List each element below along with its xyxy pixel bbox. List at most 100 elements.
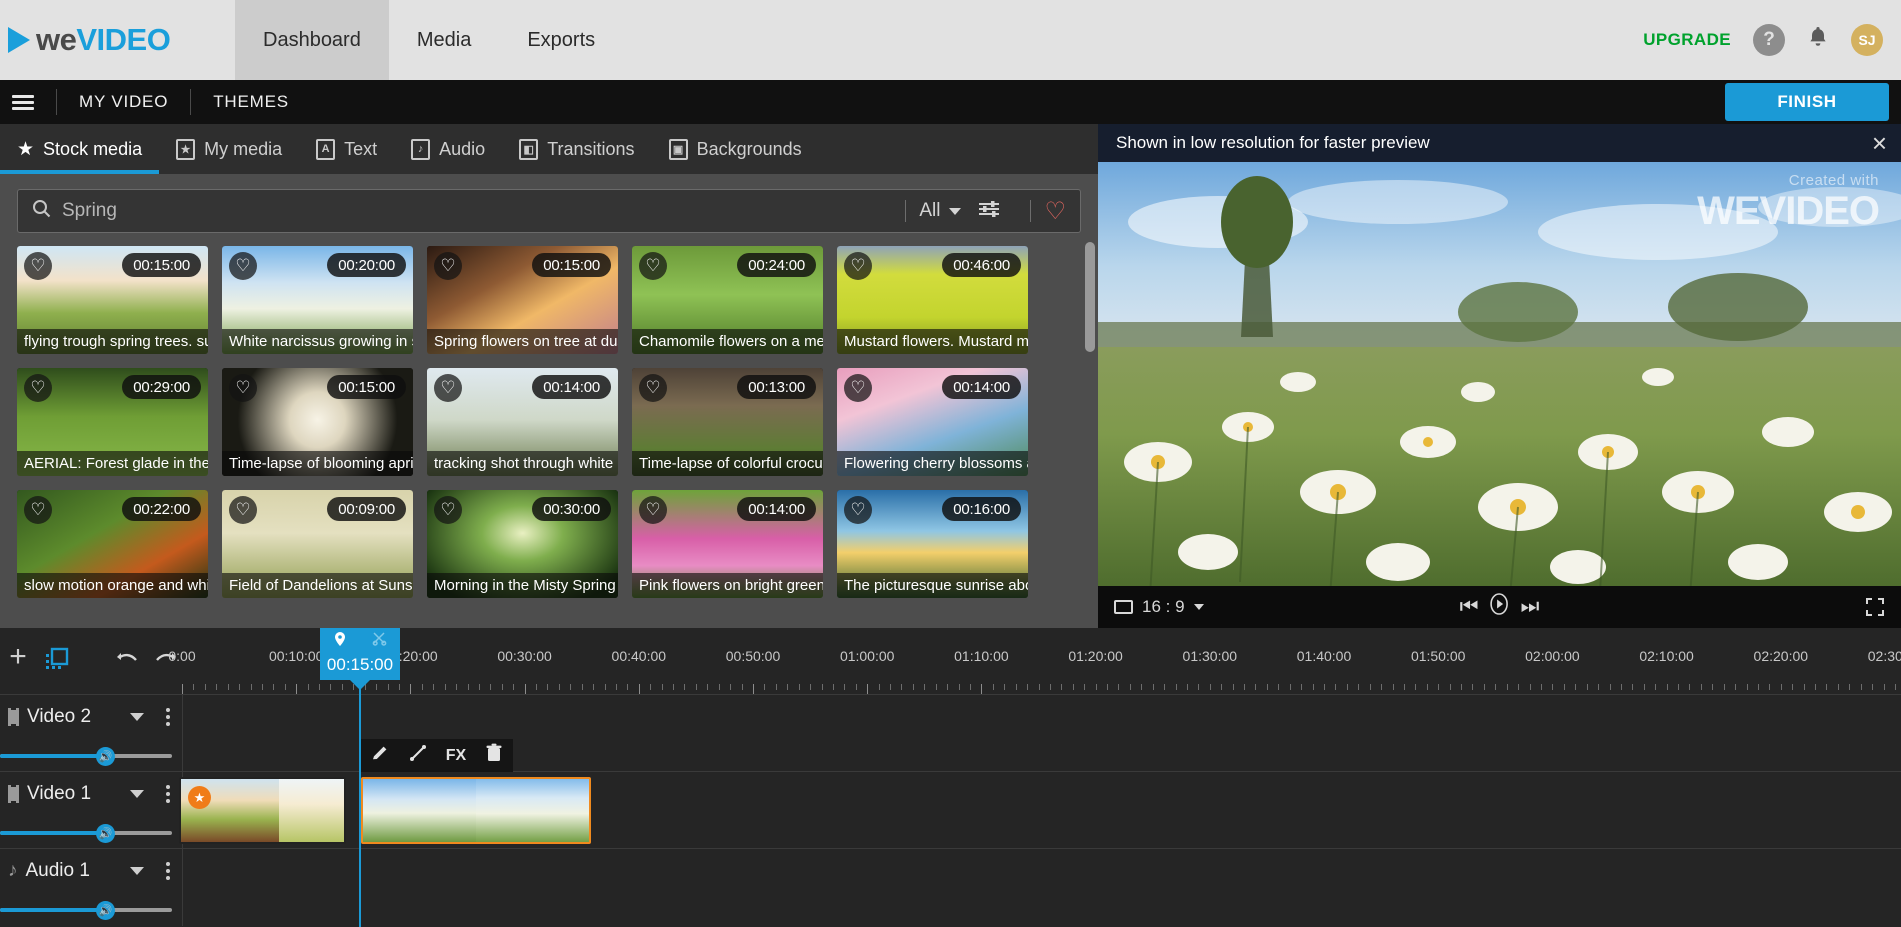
media-card[interactable]: ♡ 00:20:00 White narcissus growing in spri… xyxy=(222,246,413,354)
favorite-heart-icon[interactable]: ♡ xyxy=(844,374,872,402)
favorite-heart-icon[interactable]: ♡ xyxy=(844,252,872,280)
media-card[interactable]: ♡ 00:30:00 Morning in the Misty Spring Fo.… xyxy=(427,490,618,598)
favorite-heart-icon[interactable]: ♡ xyxy=(639,374,667,402)
favorite-heart-icon[interactable]: ♡ xyxy=(24,496,52,524)
media-card[interactable]: ♡ 00:14:00 Pink flowers on bright green su… xyxy=(632,490,823,598)
nav-tab-media[interactable]: Media xyxy=(389,0,499,80)
media-tab-my-media[interactable]: ★ My media xyxy=(159,124,299,174)
scissors-icon[interactable] xyxy=(372,631,387,651)
volume-slider-video-1[interactable]: 🔊 xyxy=(0,824,172,843)
track-options-icon[interactable] xyxy=(166,859,170,883)
media-grid-scrollbar[interactable] xyxy=(1085,242,1095,352)
trash-icon[interactable] xyxy=(475,743,513,769)
volume-slider-video-2[interactable]: 🔊 xyxy=(0,747,172,766)
search-input[interactable] xyxy=(62,200,893,222)
track-options-icon[interactable] xyxy=(166,782,170,806)
track-body-audio-1[interactable] xyxy=(182,849,1901,926)
media-card[interactable]: ♡ 00:22:00 slow motion orange and white ..… xyxy=(17,490,208,598)
undo-icon[interactable] xyxy=(115,648,141,677)
favorite-heart-icon[interactable]: ♡ xyxy=(229,252,257,280)
fx-button[interactable]: FX xyxy=(437,747,475,765)
playhead-flag[interactable]: 00:15:00 xyxy=(320,628,400,680)
media-card[interactable]: ♡ 00:09:00 Field of Dandelions at Sunset xyxy=(222,490,413,598)
media-card[interactable]: ♡ 00:15:00 flying trough spring trees. sun… xyxy=(17,246,208,354)
chevron-down-icon[interactable] xyxy=(130,790,144,798)
media-card[interactable]: ♡ 00:29:00 AERIAL: Forest glade in the sun xyxy=(17,368,208,476)
timeline-clip-white-narcissus[interactable] xyxy=(361,777,591,844)
chevron-down-icon xyxy=(1193,604,1204,610)
timeline-ruler[interactable]: 0:00 00:10:00 00:20:00 00:30:00 00:40:00 00:5… xyxy=(168,628,1901,686)
search-box[interactable]: All ♡ xyxy=(17,189,1081,233)
fullscreen-icon[interactable] xyxy=(1865,597,1885,617)
media-card[interactable]: ♡ 00:14:00 tracking shot through white ch.… xyxy=(427,368,618,476)
wevideo-logo[interactable]: weVIDEO xyxy=(0,22,235,58)
media-tab-stock-media[interactable]: ★ Stock media xyxy=(0,124,160,174)
nav-tab-exports-label: Exports xyxy=(527,28,596,51)
favorite-heart-icon[interactable]: ♡ xyxy=(24,374,52,402)
aspect-ratio-selector[interactable]: 16 : 9 xyxy=(1114,597,1204,617)
favorite-heart-icon[interactable]: ♡ xyxy=(229,374,257,402)
media-type-filter[interactable]: All xyxy=(919,200,962,222)
watermark-created-with: Created with xyxy=(1788,172,1879,189)
media-tab-backgrounds[interactable]: ▣ Backgrounds xyxy=(652,124,819,174)
nav-tab-dashboard[interactable]: Dashboard xyxy=(235,0,389,80)
sliders-icon[interactable] xyxy=(977,199,1001,224)
favorite-heart-icon[interactable]: ♡ xyxy=(229,496,257,524)
volume-knob[interactable]: 🔊 xyxy=(96,824,115,843)
favorite-heart-icon[interactable]: ♡ xyxy=(434,374,462,402)
media-card[interactable]: ♡ 00:14:00 Flowering cherry blossoms ani..… xyxy=(837,368,1028,476)
favorite-heart-icon[interactable]: ♡ xyxy=(24,252,52,280)
hamburger-menu-icon[interactable] xyxy=(12,92,34,113)
skip-previous-icon[interactable]: ⏮ xyxy=(1460,595,1479,619)
timeline-clip-spring-trees[interactable]: ★ xyxy=(179,777,346,844)
user-avatar[interactable]: SJ xyxy=(1851,24,1883,56)
ruler-tick-label: 00:40:00 xyxy=(611,648,667,664)
favorite-heart-icon[interactable]: ♡ xyxy=(844,496,872,524)
chevron-down-icon[interactable] xyxy=(130,713,144,721)
upgrade-button[interactable]: UPGRADE xyxy=(1643,30,1731,50)
duplicate-selection-icon[interactable] xyxy=(44,647,70,671)
chevron-down-icon[interactable] xyxy=(130,867,144,875)
play-icon[interactable] xyxy=(1489,593,1511,621)
pencil-icon[interactable] xyxy=(361,743,399,769)
favorite-heart-icon[interactable]: ♡ xyxy=(434,252,462,280)
media-card[interactable]: ♡ 00:15:00 Spring flowers on tree at dusk … xyxy=(427,246,618,354)
skip-next-icon[interactable]: ⏭ xyxy=(1521,595,1540,619)
marker-pin-icon[interactable] xyxy=(333,631,347,652)
line-tool-icon[interactable] xyxy=(399,743,437,769)
media-card[interactable]: ♡ 00:16:00 The picturesque sunrise above .… xyxy=(837,490,1028,598)
preview-video-stage[interactable]: Created with WEVIDEO xyxy=(1098,162,1901,596)
clip-context-toolbar: FX xyxy=(361,739,513,772)
text-A-icon: A xyxy=(316,138,336,160)
help-icon[interactable]: ? xyxy=(1753,24,1785,56)
volume-knob[interactable]: 🔊 xyxy=(96,747,115,766)
media-card[interactable]: ♡ 00:15:00 Time-lapse of blooming apricot.… xyxy=(222,368,413,476)
media-card[interactable]: ♡ 00:24:00 Chamomile flowers on a mead... xyxy=(632,246,823,354)
favorite-heart-icon[interactable]: ♡ xyxy=(639,252,667,280)
media-tab-audio[interactable]: ♪ Audio xyxy=(394,124,502,174)
media-tab-text[interactable]: A Text xyxy=(299,124,394,174)
themes-button[interactable]: THEMES xyxy=(213,92,289,112)
media-tab-transitions[interactable]: ◧ Transitions xyxy=(502,124,651,174)
media-caption: Morning in the Misty Spring Fo... xyxy=(427,573,618,598)
finish-button[interactable]: FINISH xyxy=(1725,83,1889,121)
media-grid-container[interactable]: ♡ 00:15:00 flying trough spring trees. sun… xyxy=(0,236,1098,628)
media-card[interactable]: ♡ 00:46:00 Mustard flowers. Mustard mys... xyxy=(837,246,1028,354)
favorite-heart-icon[interactable]: ♡ xyxy=(434,496,462,524)
media-card[interactable]: ♡ 00:13:00 Time-lapse of colorful crocuses… xyxy=(632,368,823,476)
top-nav-right-controls: UPGRADE ? SJ xyxy=(1643,24,1901,56)
plus-icon[interactable]: + xyxy=(0,640,36,674)
track-options-icon[interactable] xyxy=(166,705,170,729)
volume-slider-audio-1[interactable]: 🔊 xyxy=(0,901,172,920)
close-icon[interactable]: × xyxy=(1872,130,1887,156)
media-duration: 00:46:00 xyxy=(942,253,1021,277)
project-title[interactable]: MY VIDEO xyxy=(79,92,168,112)
nav-tab-exports[interactable]: Exports xyxy=(499,0,623,80)
favorite-heart-icon[interactable]: ♡ xyxy=(639,496,667,524)
heart-icon[interactable]: ♡ xyxy=(1044,197,1066,226)
notifications-bell-icon[interactable] xyxy=(1807,25,1829,56)
volume-knob[interactable]: 🔊 xyxy=(96,901,115,920)
media-duration: 00:16:00 xyxy=(942,497,1021,521)
ruler-tick-label: 02:30:00 xyxy=(1867,648,1901,664)
track-body-video-1[interactable]: ★ FX xyxy=(179,739,1901,849)
